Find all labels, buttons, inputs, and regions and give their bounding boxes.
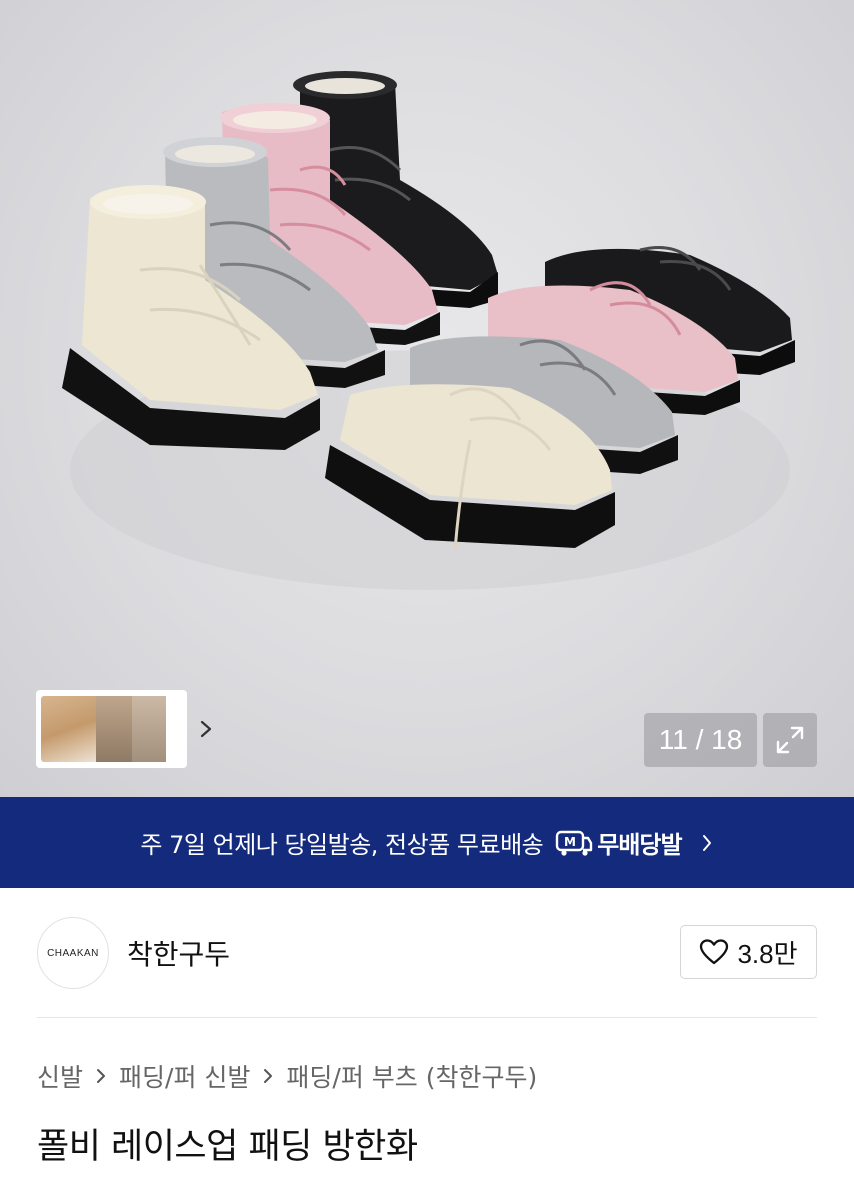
brand-logo-text: CHAAKAN bbox=[47, 947, 99, 959]
product-title: 폴비 레이스업 패딩 방한화 bbox=[37, 1127, 418, 1167]
shipping-banner[interactable]: 주 7일 언제나 당일발송, 전상품 무료배송 M 무배당발 bbox=[0, 797, 854, 888]
expand-button[interactable] bbox=[763, 713, 817, 767]
chevron-right-icon[interactable] bbox=[196, 716, 216, 742]
product-image-gallery[interactable]: 11 / 18 bbox=[0, 0, 854, 797]
like-count: 3.8만 bbox=[737, 938, 798, 969]
expand-icon bbox=[776, 726, 804, 754]
banner-text: 주 7일 언제나 당일발송, 전상품 무료배송 bbox=[140, 831, 544, 859]
breadcrumb-item[interactable]: 패딩/퍼 부츠 (착한구두) bbox=[286, 1058, 537, 1094]
thumbnail-image[interactable] bbox=[132, 696, 166, 762]
delivery-m-icon: M bbox=[556, 830, 593, 856]
breadcrumb-item[interactable]: 패딩/퍼 신발 bbox=[119, 1058, 250, 1094]
thumbnail-strip[interactable] bbox=[36, 690, 212, 768]
brand-logo[interactable]: CHAAKAN bbox=[37, 917, 109, 989]
chevron-right-icon bbox=[702, 834, 711, 851]
like-button[interactable]: 3.8만 bbox=[680, 925, 817, 979]
breadcrumb-item[interactable]: 신발 bbox=[37, 1058, 83, 1094]
chevron-right-icon bbox=[264, 1069, 273, 1083]
divider bbox=[37, 1017, 817, 1018]
product-photo bbox=[62, 71, 795, 590]
thumbnail-image[interactable] bbox=[41, 696, 99, 762]
chevron-right-icon bbox=[97, 1069, 106, 1083]
heart-icon bbox=[700, 939, 729, 965]
svg-text:M: M bbox=[564, 835, 576, 849]
brand-name[interactable]: 착한구두 bbox=[127, 933, 230, 973]
image-counter: 11 / 18 bbox=[644, 713, 757, 767]
breadcrumb: 신발 패딩/퍼 신발 패딩/퍼 부츠 (착한구두) bbox=[37, 1058, 537, 1094]
banner-logo: M 무배당발 bbox=[555, 825, 683, 860]
thumbnail-image[interactable] bbox=[96, 696, 134, 762]
banner-logo-text: 무배당발 bbox=[597, 831, 682, 859]
